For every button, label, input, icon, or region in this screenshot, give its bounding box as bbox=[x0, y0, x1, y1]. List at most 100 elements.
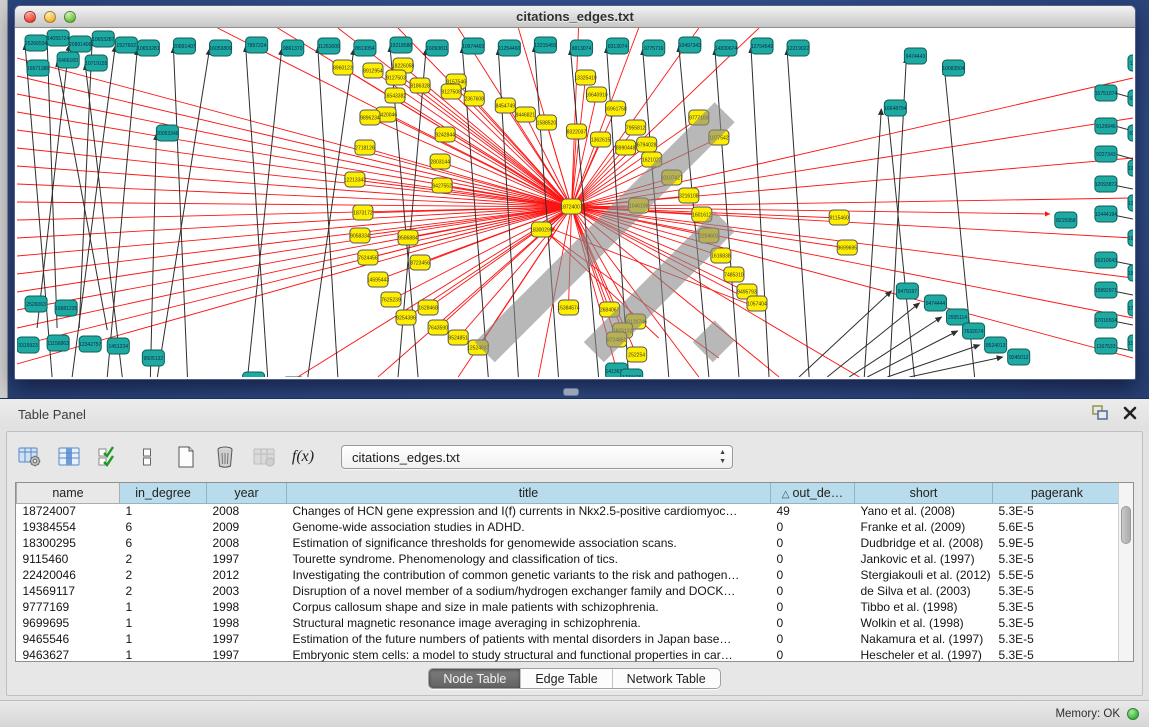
table-panel: Table Panel bbox=[0, 398, 1149, 700]
table-row[interactable]: 1830029562008Estimation of significance … bbox=[17, 535, 1122, 551]
table-selector-dropdown[interactable]: citations_edges.txt ▲▼ bbox=[341, 445, 733, 469]
cell-year: 2009 bbox=[207, 519, 287, 535]
table-settings-button[interactable] bbox=[15, 442, 45, 472]
zoom-window-button[interactable] bbox=[64, 11, 76, 23]
cell-short: Tibbo et al. (1998) bbox=[855, 599, 993, 615]
cell-pagerank: 5.3E-5 bbox=[993, 615, 1122, 631]
cell-name: 9465546 bbox=[17, 631, 120, 647]
cell-out_degree: 0 bbox=[771, 631, 855, 647]
cell-title: Disruption of a novel member of a sodium… bbox=[287, 583, 771, 599]
fx-icon: f(x) bbox=[292, 448, 314, 466]
table-selector-value: citations_edges.txt bbox=[352, 450, 460, 465]
cell-pagerank: 5.3E-5 bbox=[993, 647, 1122, 663]
cytoscape-app: citations_edges.txt 89601238912954182260… bbox=[0, 0, 1149, 727]
function-builder-button[interactable]: f(x) bbox=[288, 442, 318, 472]
select-columns-button[interactable] bbox=[93, 442, 123, 472]
create-column-button[interactable] bbox=[171, 442, 201, 472]
cell-in_degree: 1 bbox=[120, 631, 207, 647]
cell-out_degree: 0 bbox=[771, 519, 855, 535]
minimize-window-button[interactable] bbox=[44, 11, 56, 23]
split-pane-handle[interactable] bbox=[563, 388, 579, 396]
close-panel-icon[interactable] bbox=[1123, 406, 1137, 420]
tab-network-table[interactable]: Network Table bbox=[613, 669, 720, 688]
cell-name: 9699695 bbox=[17, 615, 120, 631]
column-header-name[interactable]: name bbox=[17, 483, 120, 503]
column-header-short[interactable]: short bbox=[855, 483, 993, 503]
tab-node-table[interactable]: Node Table bbox=[429, 669, 521, 688]
cell-short: Franke et al. (2009) bbox=[855, 519, 993, 535]
cell-in_degree: 2 bbox=[120, 551, 207, 567]
delete-table-button-disabled[interactable] bbox=[249, 442, 279, 472]
tab-edge-table[interactable]: Edge Table bbox=[521, 669, 612, 688]
cell-pagerank: 5.3E-5 bbox=[993, 583, 1122, 599]
cell-title: Tourette syndrome. Phenomenology and cla… bbox=[287, 551, 771, 567]
cell-out_degree: 0 bbox=[771, 583, 855, 599]
column-header-in_degree[interactable]: in_degree bbox=[120, 483, 207, 503]
table-panel-title: Table Panel bbox=[18, 407, 86, 422]
cell-name: 14569117 bbox=[17, 583, 120, 599]
column-header-pagerank[interactable]: pagerank bbox=[993, 483, 1122, 503]
table-row[interactable]: 1872400712008Changes of HCN gene express… bbox=[17, 503, 1122, 519]
column-header-out_degree[interactable]: △out_de… bbox=[771, 483, 855, 503]
table-toolbar: f(x) citations_edges.txt ▲▼ bbox=[15, 440, 733, 474]
dropdown-stepper-icon: ▲▼ bbox=[719, 448, 726, 466]
cell-year: 2008 bbox=[207, 535, 287, 551]
cell-year: 2003 bbox=[207, 583, 287, 599]
table-row[interactable]: 946554611997Estimation of the future num… bbox=[17, 631, 1122, 647]
table-row[interactable]: 911546021997Tourette syndrome. Phenomeno… bbox=[17, 551, 1122, 567]
table-scrollbar[interactable] bbox=[1118, 483, 1133, 661]
left-edge-strip bbox=[0, 0, 8, 398]
cell-title: Investigating the contribution of common… bbox=[287, 567, 771, 583]
table-row[interactable]: 946362711997Embryonic stem cells: a mode… bbox=[17, 647, 1122, 663]
cell-pagerank: 5.3E-5 bbox=[993, 551, 1122, 567]
cell-in_degree: 1 bbox=[120, 599, 207, 615]
cell-short: Jankovic et al. (1997) bbox=[855, 551, 993, 567]
cell-pagerank: 5.9E-5 bbox=[993, 535, 1122, 551]
cell-short: Dudbridge et al. (2008) bbox=[855, 535, 993, 551]
cell-in_degree: 2 bbox=[120, 567, 207, 583]
cell-out_degree: 0 bbox=[771, 551, 855, 567]
network-canvas[interactable]: 8960123891295418226058912750381863289157… bbox=[17, 28, 1133, 377]
cell-in_degree: 2 bbox=[120, 583, 207, 599]
cell-out_degree: 0 bbox=[771, 535, 855, 551]
cell-title: Changes of HCN gene expression and I(f) … bbox=[287, 503, 771, 519]
cell-name: 19384554 bbox=[17, 519, 120, 535]
cell-name: 9777169 bbox=[17, 599, 120, 615]
cell-name: 22420046 bbox=[17, 567, 120, 583]
cell-in_degree: 1 bbox=[120, 503, 207, 519]
cell-year: 1997 bbox=[207, 631, 287, 647]
window-titlebar[interactable]: citations_edges.txt bbox=[15, 6, 1135, 28]
cell-year: 2012 bbox=[207, 567, 287, 583]
table-row[interactable]: 2242004622012Investigating the contribut… bbox=[17, 567, 1122, 583]
cell-name: 18300295 bbox=[17, 535, 120, 551]
row-toggle-button[interactable] bbox=[132, 442, 162, 472]
table-tabs: Node Table Edge Table Network Table bbox=[7, 668, 1142, 689]
cell-title: Embryonic stem cells: a model to study s… bbox=[287, 647, 771, 663]
table-row[interactable]: 969969511998Structural magnetic resonanc… bbox=[17, 615, 1122, 631]
show-columns-button[interactable] bbox=[54, 442, 84, 472]
close-window-button[interactable] bbox=[24, 11, 36, 23]
cell-name: 18724007 bbox=[17, 503, 120, 519]
cell-year: 1997 bbox=[207, 647, 287, 663]
cell-pagerank: 5.6E-5 bbox=[993, 519, 1122, 535]
network-window: citations_edges.txt 89601238912954182260… bbox=[14, 5, 1136, 380]
cell-short: Wolkin et al. (1998) bbox=[855, 615, 993, 631]
attribute-table: namein_degreeyeartitle△out_de…shortpager… bbox=[15, 482, 1134, 662]
column-header-year[interactable]: year bbox=[207, 483, 287, 503]
cell-year: 1998 bbox=[207, 599, 287, 615]
table-row[interactable]: 1456911722003Disruption of a novel membe… bbox=[17, 583, 1122, 599]
table-scrollbar-thumb[interactable] bbox=[1121, 506, 1131, 544]
resize-grip[interactable] bbox=[17, 28, 1130, 374]
cell-in_degree: 6 bbox=[120, 535, 207, 551]
delete-columns-button[interactable] bbox=[210, 442, 240, 472]
cell-title: Corpus callosum shape and size in male p… bbox=[287, 599, 771, 615]
table-row[interactable]: 977716911998Corpus callosum shape and si… bbox=[17, 599, 1122, 615]
cell-short: Nakamura et al. (1997) bbox=[855, 631, 993, 647]
float-window-icon[interactable] bbox=[1091, 405, 1109, 421]
table-row[interactable]: 1938455462009Genome-wide association stu… bbox=[17, 519, 1122, 535]
cell-name: 9463627 bbox=[17, 647, 120, 663]
cell-out_degree: 0 bbox=[771, 615, 855, 631]
cell-title: Structural magnetic resonance image aver… bbox=[287, 615, 771, 631]
node-table: namein_degreeyeartitle△out_de…shortpager… bbox=[16, 483, 1122, 663]
column-header-title[interactable]: title bbox=[287, 483, 771, 503]
